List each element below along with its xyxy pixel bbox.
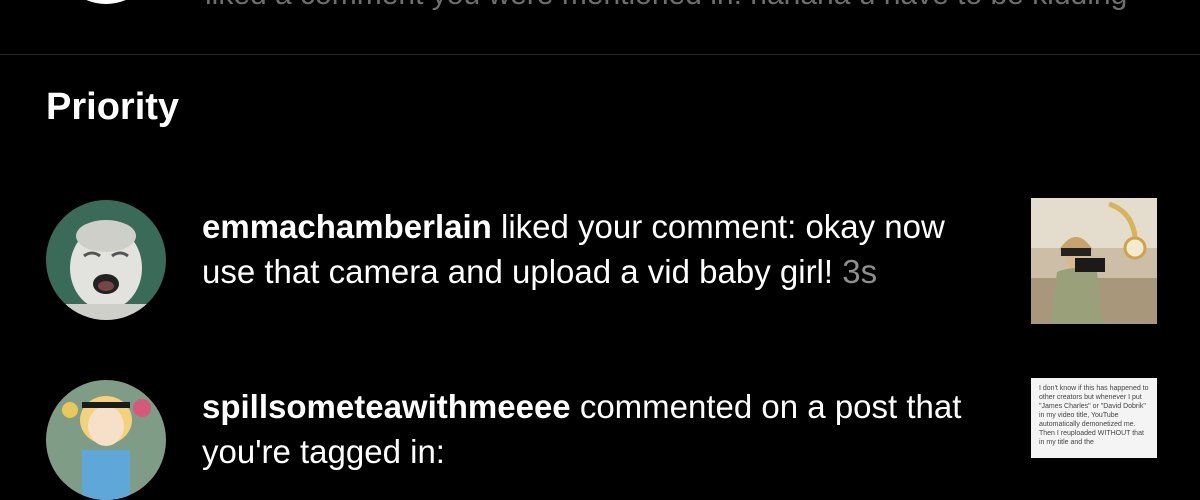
cartoon-girl-avatar-image	[46, 380, 166, 500]
username-link[interactable]: emmachamberlain	[202, 208, 492, 245]
section-title: Priority	[46, 86, 180, 128]
notification-text: emmachamberlain liked your comment: okay…	[202, 204, 1002, 294]
avatar[interactable]	[46, 200, 166, 320]
crying-baby-avatar-image	[46, 200, 166, 320]
notification-row[interactable]: emmachamberlain liked your comment: okay…	[0, 196, 1200, 336]
notification-text: liked a comment you were mentioned in: h…	[205, 0, 1127, 12]
post-thumbnail[interactable]	[1031, 198, 1157, 324]
avatar[interactable]	[56, 0, 156, 4]
divider	[0, 54, 1200, 55]
post-thumbnail[interactable]: I don't know if this has happened to oth…	[1031, 378, 1157, 458]
notification-action: liked your comment:	[491, 208, 806, 245]
avatar[interactable]	[46, 380, 166, 500]
timestamp: 3s	[842, 253, 878, 290]
notification-text: spillsometeawithmeeee commented on a pos…	[202, 384, 1002, 474]
notification-action: commented on a	[570, 388, 835, 425]
mirror-selfie-thumbnail-image	[1031, 198, 1157, 324]
notification-row[interactable]: spillsometeawithmeeee commented on a pos…	[0, 378, 1200, 500]
username-link[interactable]: spillsometeawithmeeee	[202, 388, 571, 425]
previous-notification[interactable]: liked a comment you were mentioned in: h…	[0, 0, 1200, 54]
